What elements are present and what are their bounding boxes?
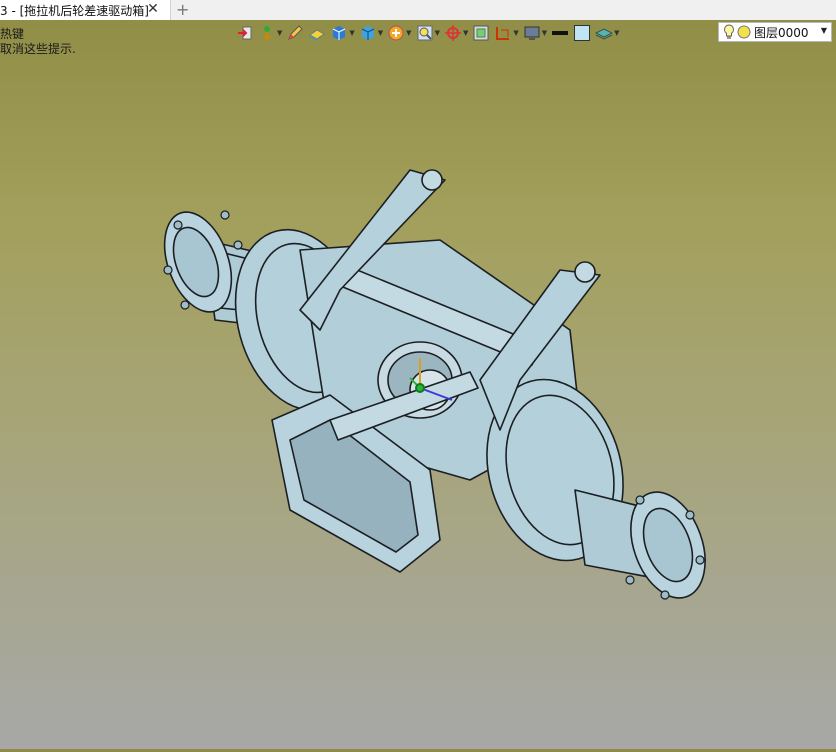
close-icon[interactable]: ✕ bbox=[145, 1, 161, 17]
layer-color-swatch bbox=[737, 25, 751, 39]
chevron-down-icon: ▼ bbox=[513, 29, 519, 37]
chevron-down-icon: ▼ bbox=[462, 29, 469, 37]
dimension-icon bbox=[496, 27, 510, 40]
lightbulb-icon bbox=[724, 24, 734, 39]
monitor-icon bbox=[524, 26, 540, 40]
gravity-button[interactable]: ▼ bbox=[258, 22, 282, 44]
layers-button[interactable]: ▼ bbox=[595, 22, 620, 44]
gravity-icon bbox=[263, 26, 271, 41]
layer-name: 图层0000 bbox=[754, 25, 809, 40]
layer-select[interactable]: 图层0000 ▼ bbox=[718, 22, 832, 42]
import-button[interactable] bbox=[236, 22, 254, 44]
fill-color-button[interactable] bbox=[573, 22, 591, 44]
axis-button[interactable]: ▼ bbox=[444, 22, 468, 44]
chevron-down-icon: ▼ bbox=[614, 29, 620, 37]
chevron-down-icon: ▼ bbox=[377, 29, 384, 37]
document-tab-bar: 3 - [拖拉机后轮差速驱动箱] ✕ + bbox=[0, 0, 836, 20]
chevron-down-icon: ▼ bbox=[434, 29, 440, 37]
line-color-button[interactable] bbox=[551, 22, 569, 44]
cube-blue-icon bbox=[361, 26, 375, 40]
line-color-icon bbox=[552, 31, 569, 35]
chevron-down-icon: ▼ bbox=[349, 29, 355, 37]
zoom-button[interactable]: ▼ bbox=[416, 22, 440, 44]
chevron-down-icon: ▼ bbox=[541, 29, 548, 37]
fill-color-icon bbox=[574, 25, 591, 41]
sheet-button[interactable] bbox=[308, 22, 326, 44]
add-tab-icon[interactable]: + bbox=[176, 1, 192, 19]
axis-icon bbox=[444, 25, 461, 41]
sketch-button[interactable] bbox=[286, 22, 304, 44]
pencil-icon bbox=[288, 25, 304, 40]
sheet-icon bbox=[309, 29, 326, 41]
document-tab[interactable]: 3 - [拖拉机后轮差速驱动箱] ✕ bbox=[0, 0, 171, 20]
chevron-down-icon: ▼ bbox=[277, 29, 283, 37]
shaded-view-button[interactable]: ▼ bbox=[359, 22, 383, 44]
display-button[interactable]: ▼ bbox=[523, 22, 547, 44]
view-icon bbox=[473, 25, 489, 41]
solid-view-button[interactable]: ▼ bbox=[330, 22, 355, 44]
view-toolbar: ▼ ▼ ▼ ▼ ▼ ▼ ▼ ▼ ▼ bbox=[236, 22, 624, 44]
layers-icon bbox=[595, 28, 614, 40]
view-button[interactable] bbox=[472, 22, 490, 44]
rotate-icon bbox=[388, 25, 404, 41]
import-icon bbox=[238, 26, 252, 40]
chevron-down-icon: ▼ bbox=[406, 29, 412, 37]
model-viewport[interactable] bbox=[0, 44, 836, 749]
drive-axle-housing-model[interactable] bbox=[152, 169, 719, 608]
zoom-icon bbox=[417, 25, 433, 41]
cube-icon bbox=[333, 26, 346, 40]
model-canvas[interactable] bbox=[0, 44, 836, 749]
dimension-button[interactable]: ▼ bbox=[494, 22, 519, 44]
orbit-button[interactable]: ▼ bbox=[387, 22, 412, 44]
chevron-down-icon: ▼ bbox=[820, 26, 827, 35]
document-tab-title: 3 - [拖拉机后轮差速驱动箱] bbox=[0, 3, 149, 18]
